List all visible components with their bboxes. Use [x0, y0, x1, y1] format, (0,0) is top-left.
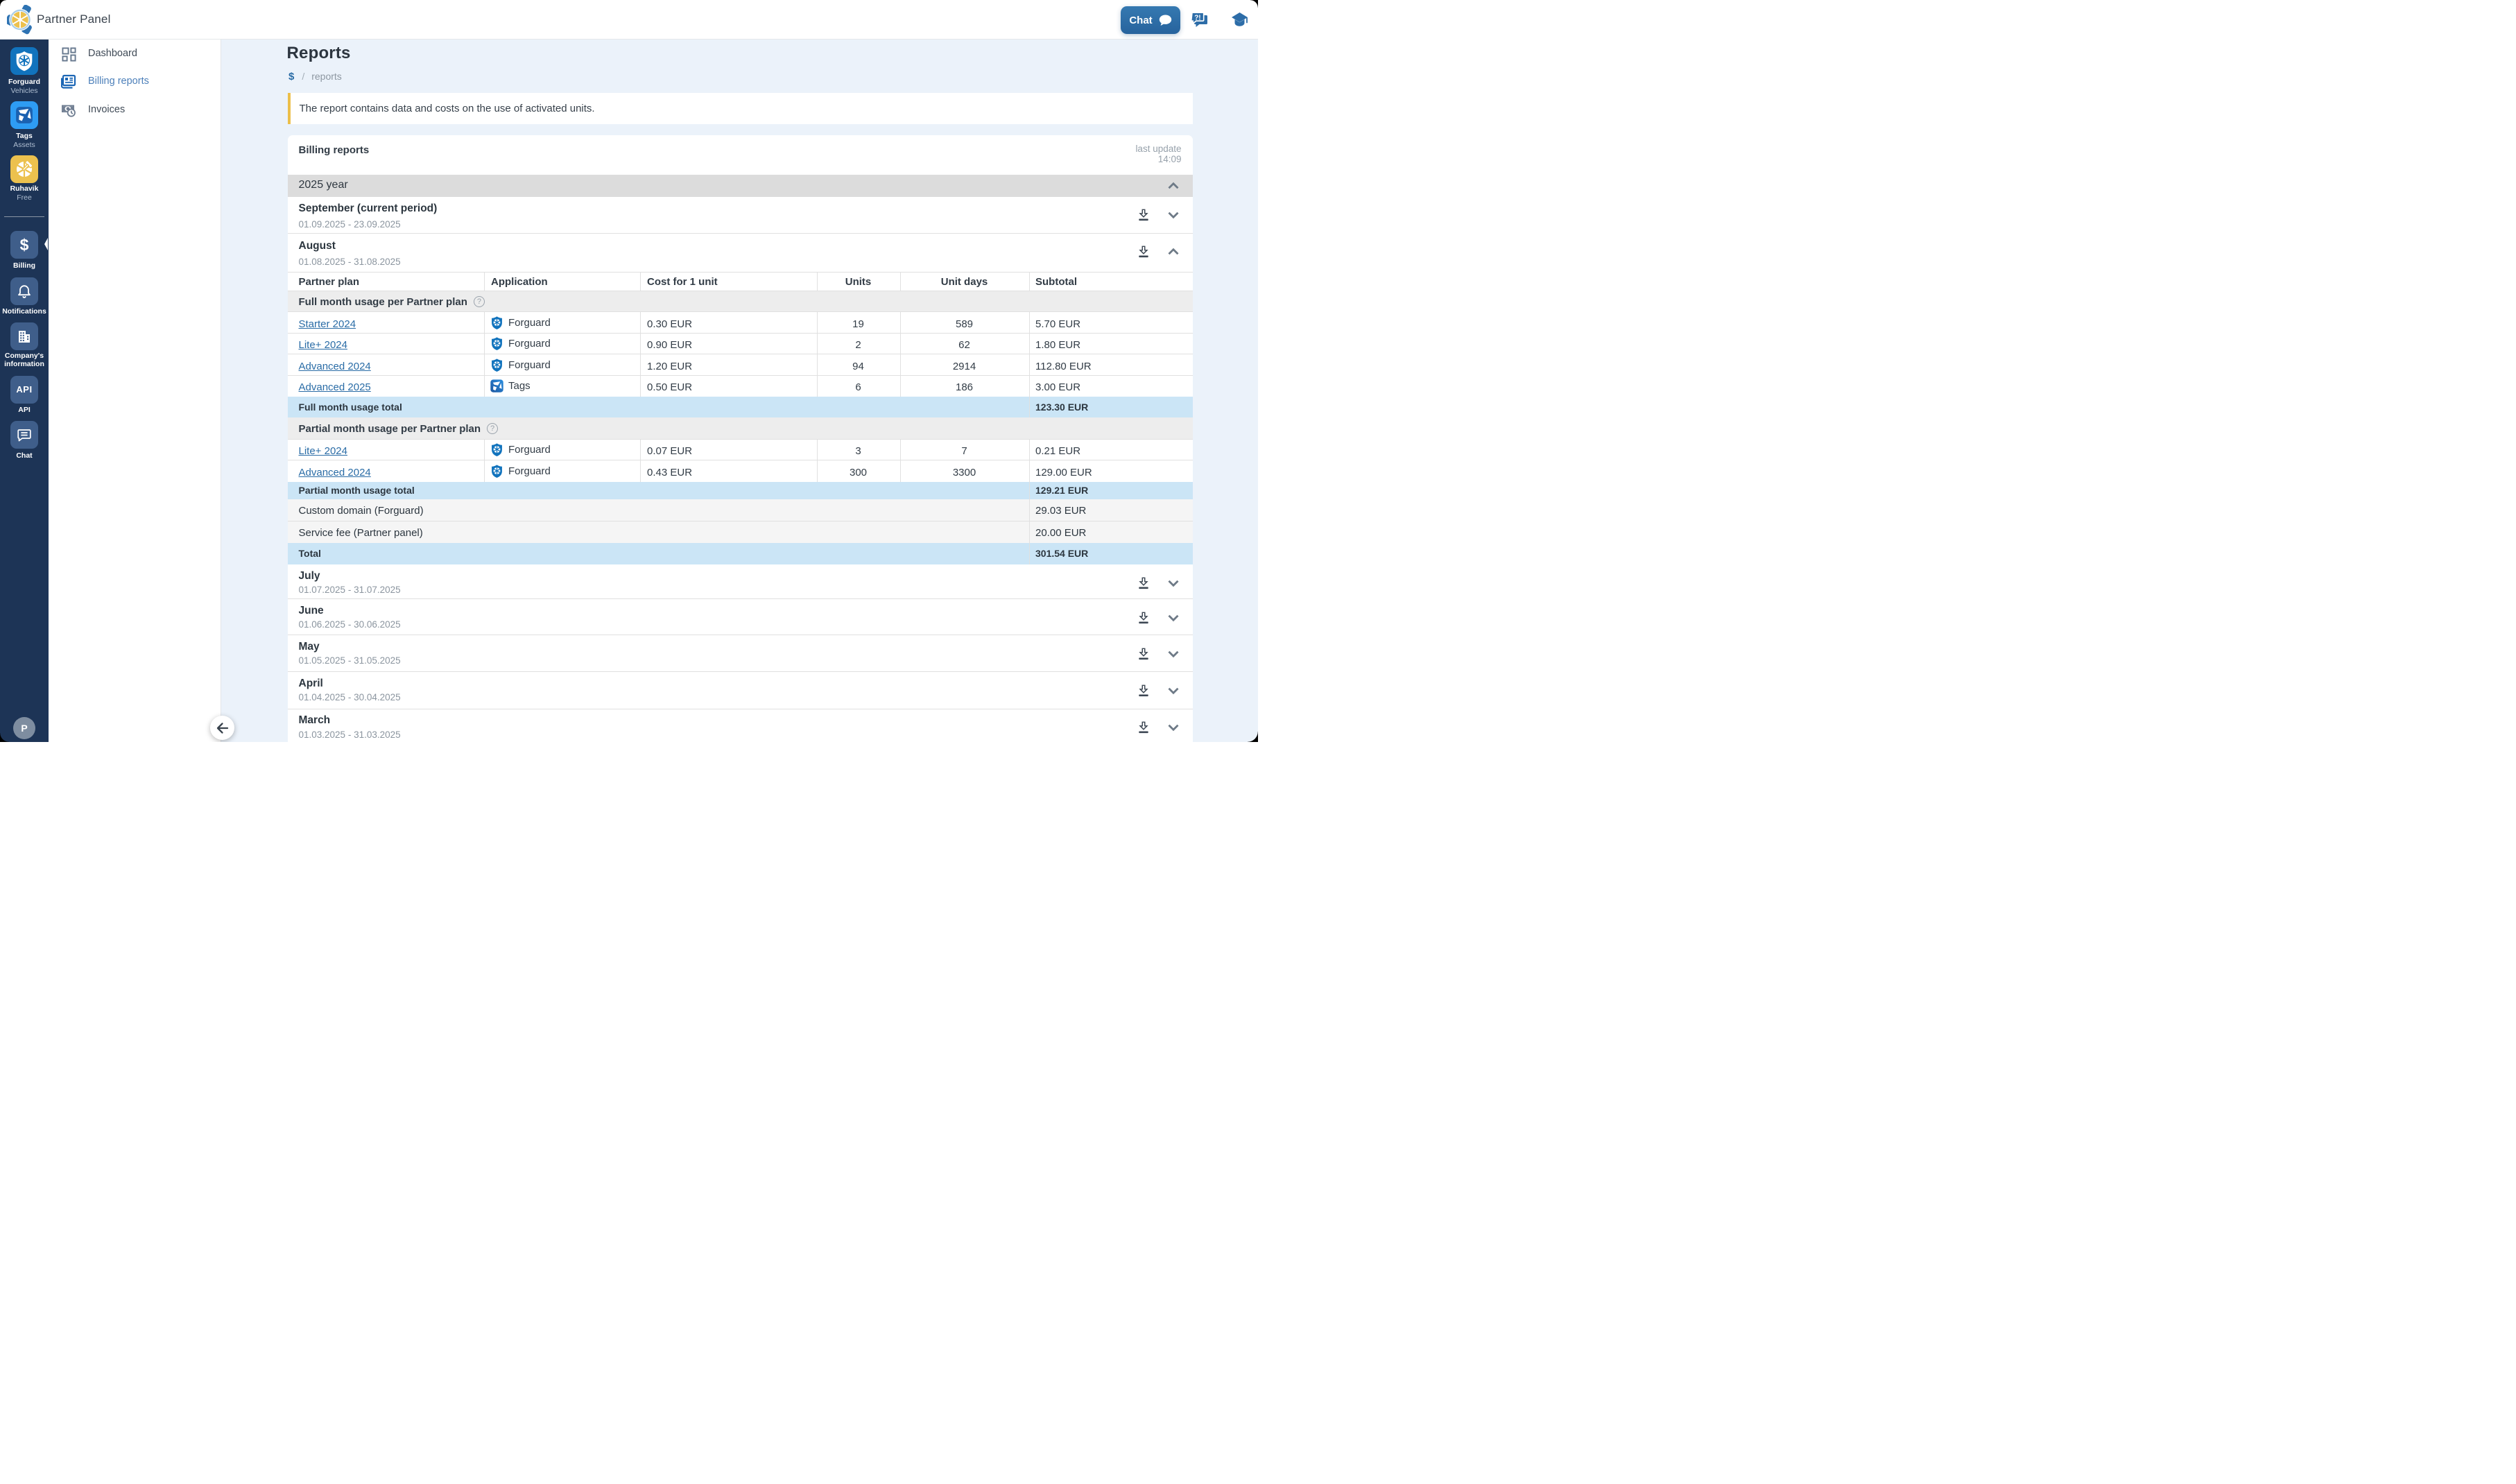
svg-text:?!: ?! [1194, 15, 1200, 22]
